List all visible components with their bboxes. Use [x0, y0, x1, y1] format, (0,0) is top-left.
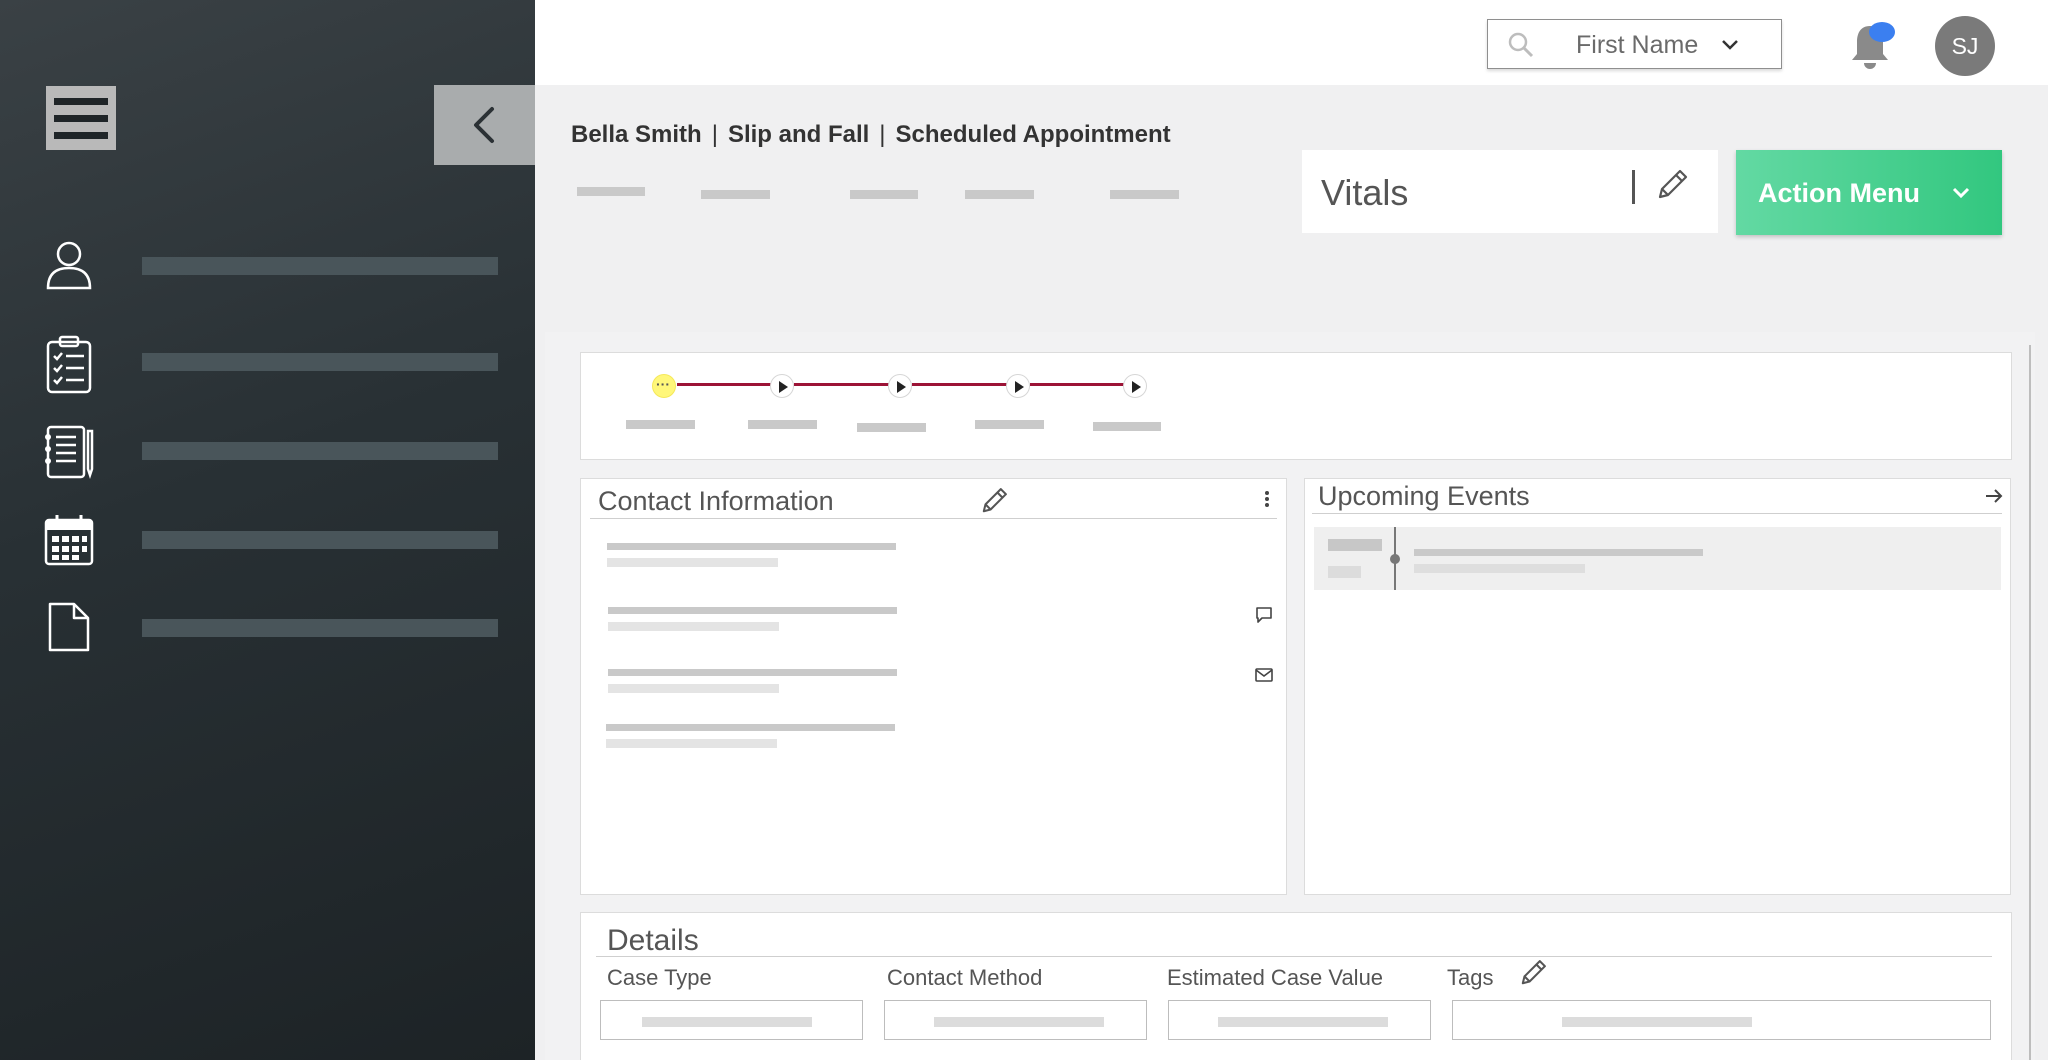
more-options-icon[interactable]: [1264, 490, 1270, 513]
header-placeholder: [965, 190, 1034, 199]
email-icon[interactable]: [1255, 667, 1273, 688]
breadcrumb: Bella Smith | Slip and Fall | Scheduled Appo…: [571, 121, 1171, 149]
sidebar-item-label-placeholder: [142, 442, 498, 460]
sidebar-item-label-placeholder: [142, 353, 498, 371]
divider: [590, 518, 1277, 519]
action-menu-label: Action Menu: [1758, 178, 1920, 208]
search-icon: [1508, 32, 1534, 63]
text-cursor: [1632, 170, 1635, 204]
event-date-placeholder: [1328, 539, 1382, 551]
field-value-placeholder: [934, 1017, 1104, 1027]
progress-step[interactable]: [770, 374, 794, 398]
vitals-field[interactable]: Vitals: [1302, 150, 1718, 233]
event-subtitle-placeholder: [1414, 564, 1585, 573]
contact-row-placeholder: [608, 622, 779, 631]
header-placeholder: [850, 190, 918, 199]
breadcrumb-client[interactable]: Bella Smith: [571, 121, 702, 148]
sidebar-item-documents[interactable]: [0, 592, 535, 662]
tags-field[interactable]: [1452, 1000, 1991, 1040]
sidebar-item-label-placeholder: [142, 531, 498, 549]
event-item[interactable]: [1314, 527, 2001, 590]
event-date-placeholder: [1328, 566, 1361, 578]
tags-label: Tags: [1447, 965, 1494, 990]
notepad-icon: [42, 423, 96, 479]
sidebar-item-tasks[interactable]: [0, 326, 535, 396]
chevron-down-icon: [1950, 182, 1972, 209]
field-value-placeholder: [1218, 1017, 1388, 1027]
sidebar-item-label-placeholder: [142, 619, 498, 637]
sidebar-item-notes[interactable]: [0, 415, 535, 485]
breadcrumb-separator: |: [711, 121, 718, 148]
contact-row-placeholder: [608, 669, 897, 676]
search-field-selector[interactable]: First Name: [1487, 19, 1782, 69]
sidebar-item-contacts[interactable]: [0, 230, 535, 300]
notification-badge: [1869, 22, 1895, 42]
clipboard-checklist-icon: [42, 334, 96, 394]
breadcrumb-case-type[interactable]: Slip and Fall: [728, 121, 869, 148]
contact-row-placeholder: [607, 558, 778, 567]
progress-connector: [794, 383, 900, 386]
progress-step[interactable]: [888, 374, 912, 398]
field-value-placeholder: [1562, 1017, 1752, 1027]
pencil-icon[interactable]: [1516, 956, 1550, 995]
chat-icon[interactable]: [1255, 606, 1273, 629]
scrollbar[interactable]: [2029, 345, 2031, 1060]
divider: [596, 956, 1992, 957]
person-icon: [42, 238, 96, 292]
contact-method-field[interactable]: [884, 1000, 1147, 1040]
case-progress-tracker: [580, 352, 2012, 460]
arrow-right-icon[interactable]: [1984, 487, 2004, 510]
contact-row-placeholder: [608, 607, 897, 614]
progress-connector: [1030, 383, 1135, 386]
details-title: Details: [607, 924, 699, 957]
contact-row-placeholder: [606, 724, 895, 731]
progress-step[interactable]: [1123, 374, 1147, 398]
vitals-label: Vitals: [1321, 172, 1409, 213]
pencil-icon[interactable]: [1652, 165, 1692, 210]
contact-information-title: Contact Information: [598, 486, 834, 516]
step-label-placeholder: [857, 423, 926, 432]
calendar-icon: [42, 512, 96, 566]
document-icon: [42, 600, 96, 654]
header-placeholder: [577, 187, 645, 196]
hamburger-menu-icon[interactable]: [46, 86, 116, 150]
chevron-down-icon: [1720, 34, 1740, 59]
breadcrumb-separator: |: [879, 121, 886, 148]
contact-row-placeholder: [606, 739, 777, 748]
contact-method-label: Contact Method: [887, 965, 1043, 990]
action-menu-button[interactable]: Action Menu: [1736, 150, 2002, 235]
progress-connector: [912, 383, 1018, 386]
avatar[interactable]: SJ: [1935, 16, 1995, 76]
more-icon: ···: [656, 376, 670, 392]
upcoming-events-title: Upcoming Events: [1318, 481, 1530, 511]
header-placeholder: [1110, 190, 1179, 199]
sidebar: [0, 0, 535, 1060]
estimated-case-value-field[interactable]: [1168, 1000, 1431, 1040]
case-type-label: Case Type: [607, 965, 712, 990]
breadcrumb-status[interactable]: Scheduled Appointment: [896, 121, 1171, 148]
sidebar-item-label-placeholder: [142, 257, 498, 275]
step-label-placeholder: [975, 420, 1044, 429]
top-bar: [535, 0, 2048, 85]
event-timeline-dot: [1390, 554, 1400, 564]
contact-row-placeholder: [607, 543, 896, 550]
step-label-placeholder: [626, 420, 695, 429]
step-label-placeholder: [1093, 422, 1161, 431]
step-label-placeholder: [748, 420, 817, 429]
field-value-placeholder: [642, 1017, 812, 1027]
case-type-field[interactable]: [600, 1000, 863, 1040]
sidebar-item-calendar[interactable]: [0, 504, 535, 574]
search-field-selected-value: First Name: [1576, 31, 1699, 59]
header-placeholder: [701, 190, 770, 199]
progress-step-current[interactable]: ···: [652, 374, 676, 398]
progress-connector: [677, 383, 782, 386]
collapse-sidebar-button[interactable]: [434, 85, 535, 165]
divider: [1312, 513, 2002, 514]
progress-step[interactable]: [1006, 374, 1030, 398]
estimated-case-value-label: Estimated Case Value: [1167, 965, 1384, 990]
event-title-placeholder: [1414, 549, 1703, 556]
contact-row-placeholder: [608, 684, 779, 693]
